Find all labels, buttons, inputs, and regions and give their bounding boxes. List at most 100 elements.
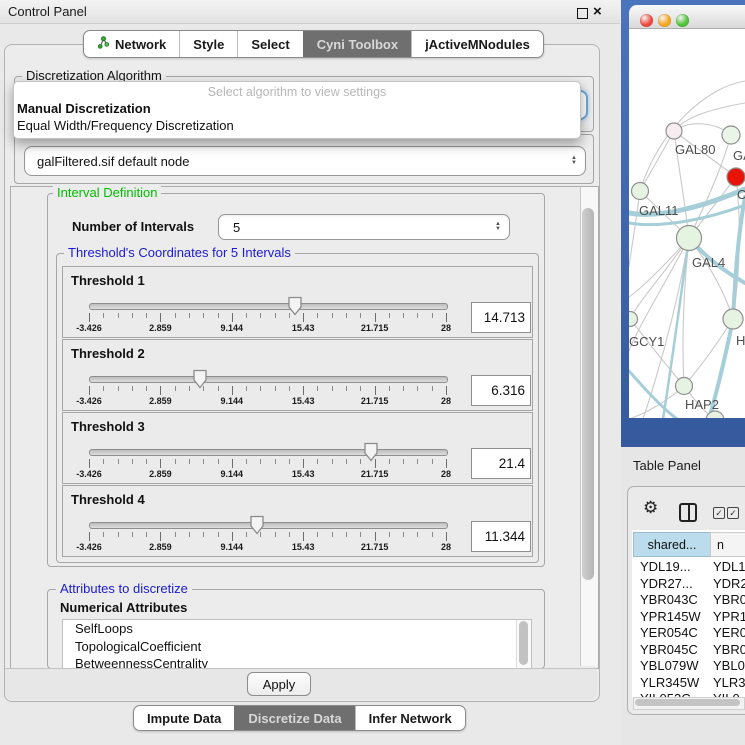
vertical-scrollbar-thumb[interactable] (582, 208, 594, 580)
tick-label: 2.859 (149, 396, 172, 406)
node-bottom[interactable] (706, 411, 724, 418)
column-header-shared-name[interactable]: shared... (633, 532, 711, 557)
threshold-panel-1: Threshold 1-3.4262.8599.14415.4321.71528… (62, 266, 533, 338)
bottom-tab-impute-data[interactable]: Impute Data (134, 706, 234, 730)
cell-shared-name: YER054C (640, 625, 698, 640)
threshold-slider-2[interactable]: -3.4262.8599.14415.4321.71528 (89, 369, 446, 409)
list-item-topologicalcoefficient[interactable]: TopologicalCoefficient (63, 638, 531, 656)
slider-track[interactable] (89, 376, 448, 383)
tick-label: 28 (441, 542, 451, 552)
tab-select[interactable]: Select (237, 31, 302, 57)
network-canvas[interactable]: GAL80GACGAL11GAL4GCY1HHAP2 (629, 29, 745, 418)
bottom-tab-discretize-data[interactable]: Discretize Data (234, 706, 354, 730)
checkbox-icon[interactable] (713, 507, 725, 519)
dropdown-item-manual-discretization[interactable]: Manual Discretization (17, 101, 151, 116)
node-right[interactable] (723, 309, 743, 329)
threshold-slider-3[interactable]: -3.4262.8599.14415.4321.71528 (89, 442, 446, 482)
node-gal80[interactable] (666, 123, 682, 139)
slider-thumb[interactable] (249, 515, 264, 535)
threshold-slider-4[interactable]: -3.4262.8599.14415.4321.71528 (89, 515, 446, 555)
number-of-intervals-value: 5 (219, 220, 240, 235)
dropdown-item-equal-width-frequency[interactable]: Equal Width/Frequency Discretization (17, 118, 234, 133)
close-icon[interactable]: × (593, 1, 602, 23)
tick-label: 9.144 (221, 396, 244, 406)
combo-stepper-icon[interactable] (571, 156, 577, 166)
tab-network[interactable]: Network (84, 31, 179, 57)
tick-label: 9.144 (221, 469, 244, 479)
window-title: Control Panel (8, 4, 87, 19)
node-label-c: C (737, 187, 745, 202)
bottom-tab-infer-network[interactable]: Infer Network (355, 706, 465, 730)
column-header-name[interactable]: n (710, 532, 745, 557)
slider-track[interactable] (89, 449, 448, 456)
tick-label: 2.859 (149, 323, 172, 333)
spinner-stepper-icon[interactable] (495, 222, 501, 232)
close-traffic-light-icon[interactable] (640, 14, 653, 27)
slider-track[interactable] (89, 303, 448, 310)
threshold-panel-2: Threshold 2-3.4262.8599.14415.4321.71528… (62, 339, 533, 411)
slider-thumb[interactable] (364, 442, 379, 462)
threshold-value-field[interactable]: 11.344 (471, 521, 531, 552)
slider-thumb[interactable] (288, 296, 303, 316)
float-window-icon[interactable] (577, 8, 588, 19)
cell-name: YDL1 (713, 559, 745, 574)
list-item-betweennesscentrality[interactable]: BetweennessCentrality (63, 655, 531, 669)
table-row[interactable]: YDR27...YDR2 (632, 576, 745, 592)
tab-label: Infer Network (369, 711, 452, 726)
tick-label: 2.859 (149, 542, 172, 552)
tab-jactivemnodules[interactable]: jActiveMNodules (411, 31, 543, 57)
horizontal-scrollbar-thumb[interactable] (635, 699, 740, 706)
node-gcy1[interactable] (629, 312, 638, 327)
slider-tick-labels: -3.4262.8599.14415.4321.71528 (89, 323, 446, 334)
threshold-slider-1[interactable]: -3.4262.8599.14415.4321.71528 (89, 296, 446, 336)
table-row[interactable]: YDL19... YDL1 (632, 559, 745, 575)
threshold-label: Threshold 4 (71, 492, 145, 507)
cell-shared-name: YBR043C (640, 592, 698, 607)
list-scrollbar-thumb[interactable] (519, 621, 528, 665)
table-rows: YDL19... YDL1 YDR27...YDR2YBR043CYBR0YPR14… (632, 557, 745, 697)
apply-button[interactable]: Apply (247, 672, 311, 696)
cell-name: YBL0 (713, 658, 745, 673)
zoom-traffic-light-icon[interactable] (676, 14, 689, 27)
slider-thumb[interactable] (192, 369, 207, 389)
threshold-value-field[interactable]: 14.713 (471, 302, 531, 333)
table-row[interactable]: YBR043CYBR0 (632, 592, 745, 608)
numerical-attributes-list[interactable]: SelfLoopsTopologicalCoefficientBetweenne… (62, 619, 532, 669)
cell-shared-name: YBR045C (640, 642, 698, 657)
gear-icon[interactable]: ⚙ (643, 498, 658, 518)
node-gal4[interactable] (677, 226, 702, 251)
tick-label: 15.43 (292, 323, 315, 333)
node-top-right[interactable] (722, 126, 740, 144)
table-row[interactable]: YBR045CYBR0 (632, 642, 745, 658)
tab-style[interactable]: Style (179, 31, 237, 57)
tab-label: Style (193, 37, 224, 52)
cell-shared-name: YDL19... (640, 559, 691, 574)
checkbox-icon[interactable] (727, 507, 739, 519)
slider-ticks (89, 459, 446, 468)
minimize-traffic-light-icon[interactable] (658, 14, 671, 27)
threshold-value-field[interactable]: 6.316 (471, 375, 531, 406)
list-item-selfloops[interactable]: SelfLoops (63, 620, 531, 638)
list-scrollbar-track[interactable] (516, 620, 531, 668)
node-selected-red[interactable] (727, 168, 745, 186)
threshold-value-field[interactable]: 21.4 (471, 448, 531, 479)
table-row[interactable]: YLR345WYLR3 (632, 675, 745, 691)
table-row[interactable]: YER054CYER0 (632, 625, 745, 641)
tab-cyni-toolbox[interactable]: Cyni Toolbox (303, 31, 411, 57)
tick-label: 21.715 (361, 542, 389, 552)
node-label-gcy1: GCY1 (629, 334, 664, 349)
cell-shared-name: YLR345W (640, 675, 699, 690)
number-of-intervals-spinner[interactable]: 5 (218, 214, 510, 240)
slider-track[interactable] (89, 522, 448, 529)
table-data-combobox[interactable]: galFiltered.sif default node (24, 146, 586, 176)
network-window-titlebar[interactable] (629, 5, 745, 29)
tick-label: 28 (441, 323, 451, 333)
horizontal-scrollbar-track[interactable] (633, 697, 745, 710)
column-layout-icon[interactable] (679, 503, 697, 522)
node-hap2[interactable] (676, 378, 693, 395)
interval-definition-title: Interval Definition (53, 186, 161, 200)
table-row[interactable]: YBL079WYBL0 (632, 658, 745, 674)
slider-ticks (89, 386, 446, 395)
table-row[interactable]: YPR145WYPR1 (632, 609, 745, 625)
node-gal11[interactable] (632, 183, 649, 200)
